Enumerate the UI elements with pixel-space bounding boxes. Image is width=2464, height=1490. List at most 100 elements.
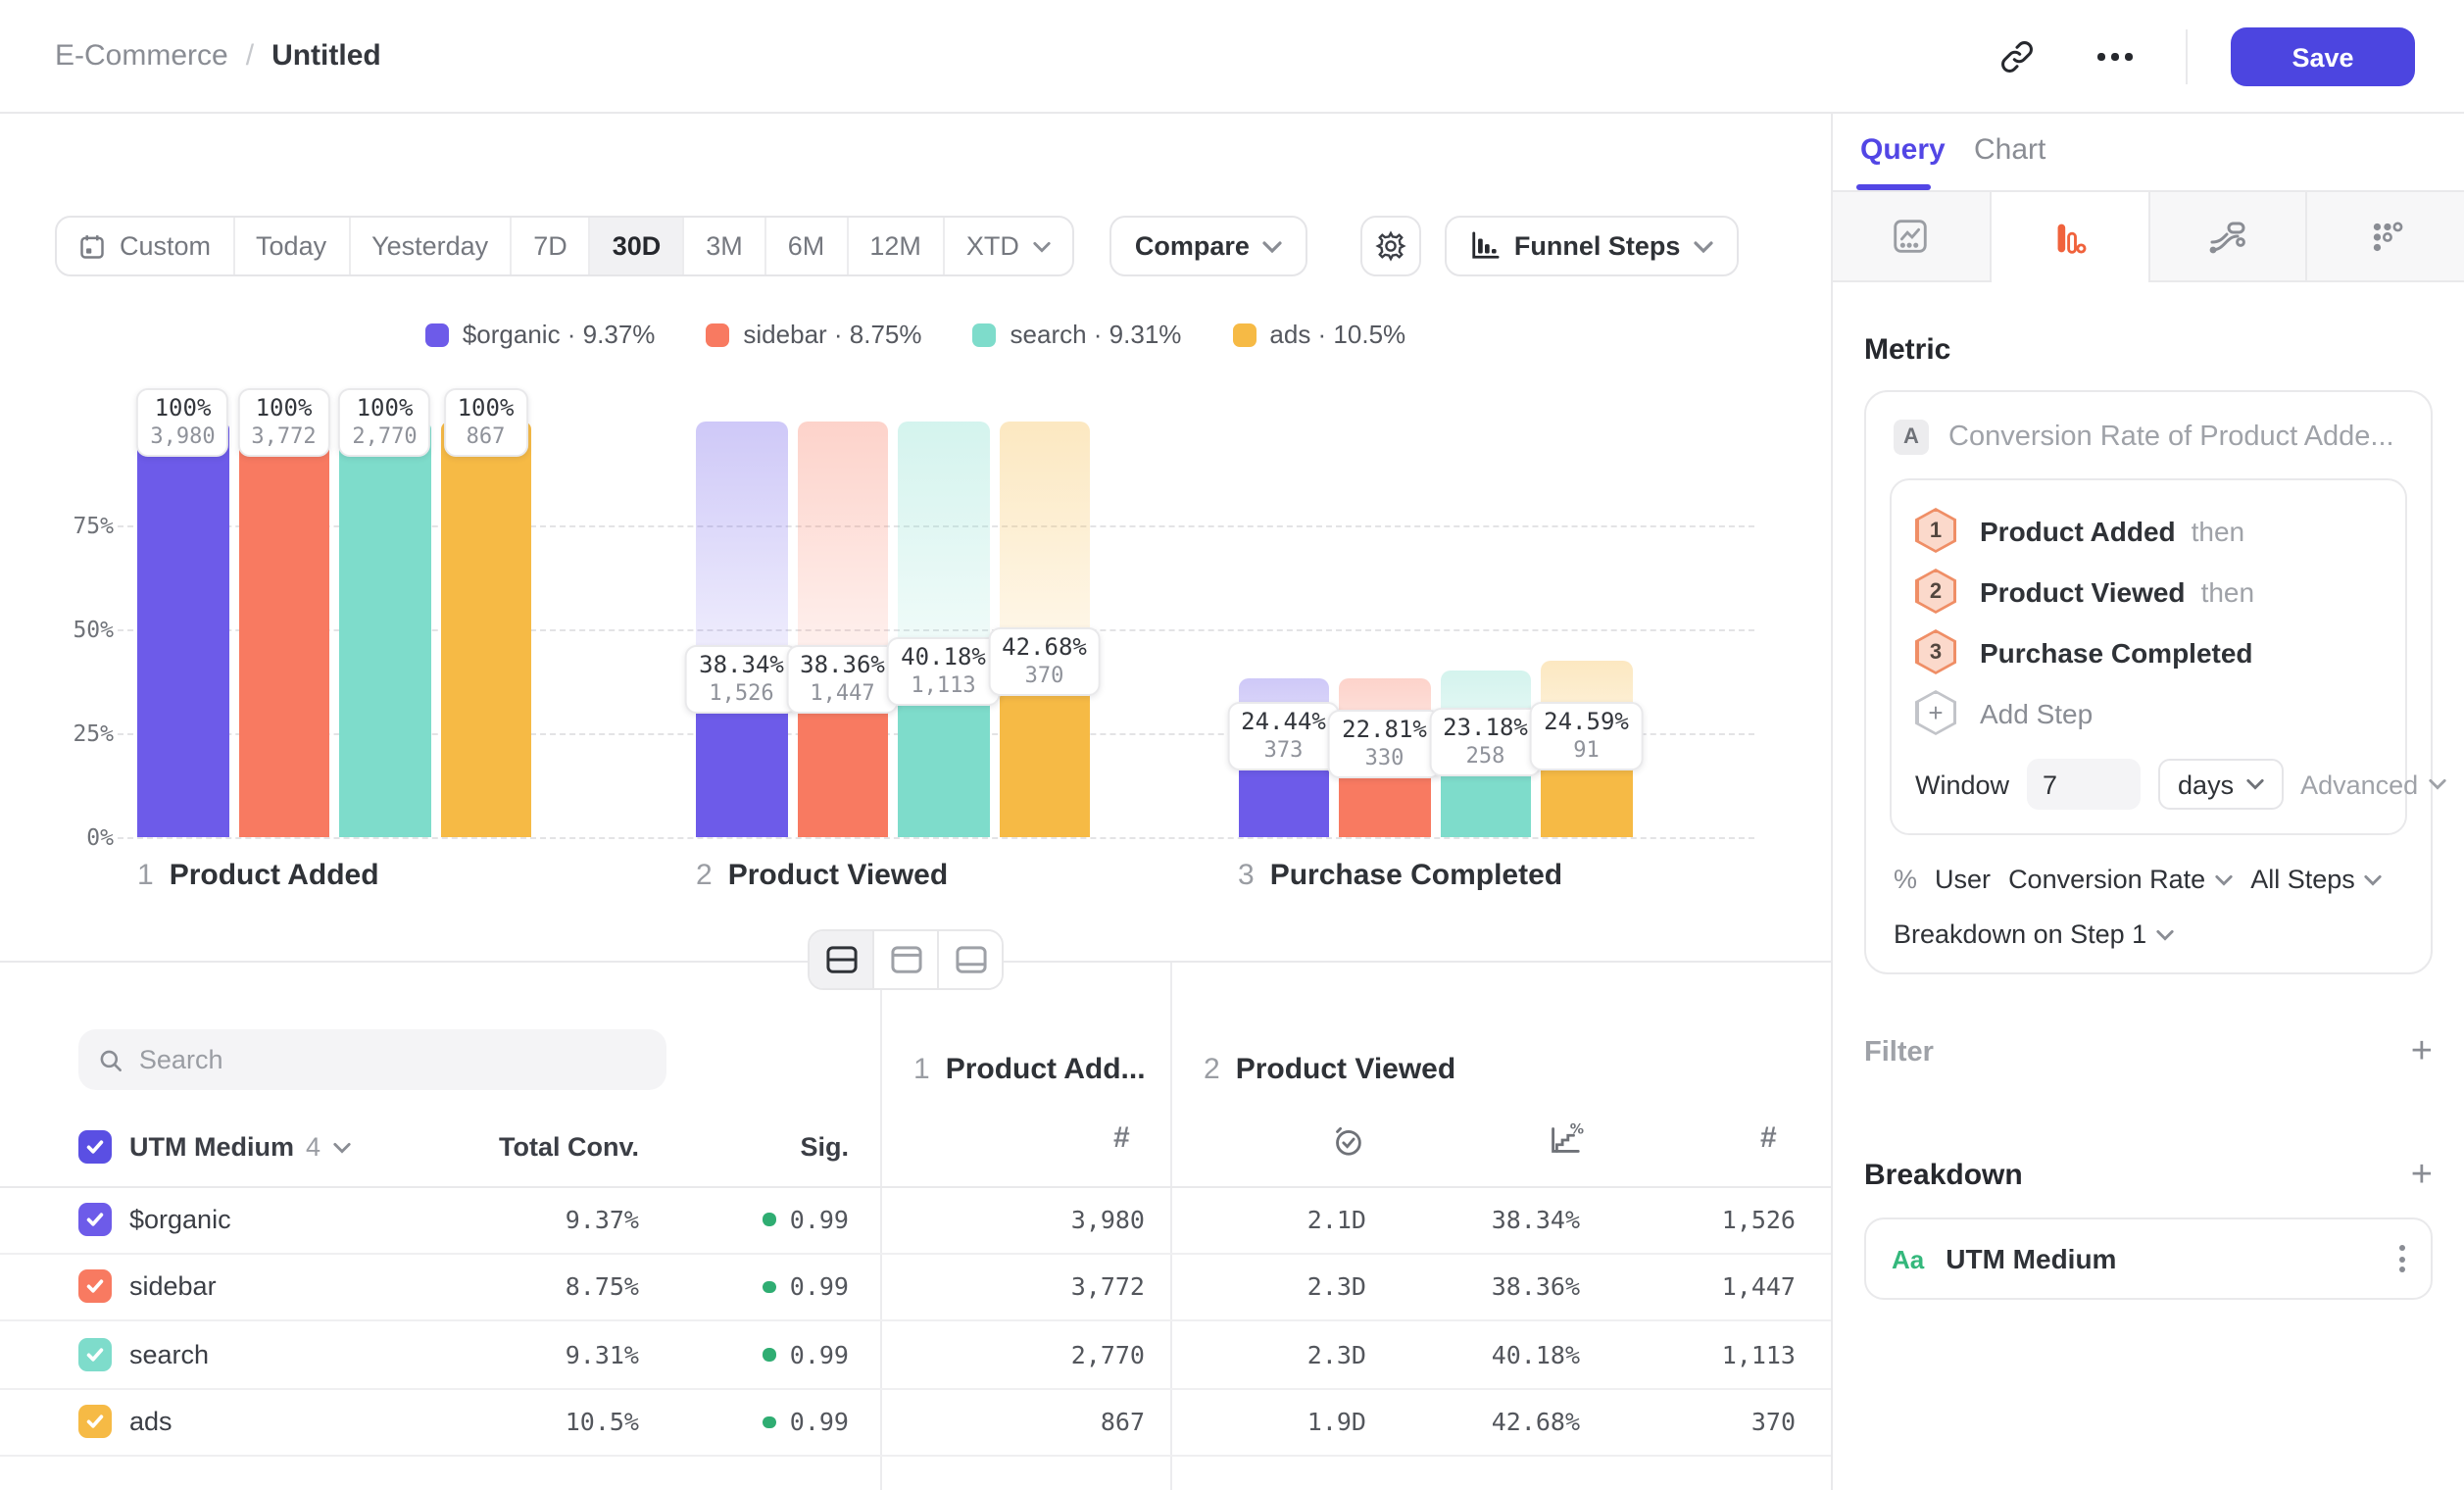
bar-ads-step2[interactable]: 42.68%370 bbox=[999, 422, 1090, 837]
bar-sidebar-step2[interactable]: 38.36%1,447 bbox=[797, 422, 888, 837]
row-checkbox[interactable] bbox=[78, 1270, 112, 1304]
y-axis-tick: 50% bbox=[0, 616, 114, 643]
layout-chart-only-toggle[interactable] bbox=[874, 931, 939, 988]
range-yesterday[interactable]: Yesterday bbox=[350, 218, 512, 274]
breadcrumb-separator: / bbox=[246, 39, 254, 73]
window-unit-select[interactable]: days bbox=[2158, 759, 2283, 810]
range-7d[interactable]: 7D bbox=[512, 218, 591, 274]
bar-organic-step1[interactable]: 100%3,980 bbox=[137, 422, 228, 837]
bar-ads-step1[interactable]: 100%867 bbox=[440, 422, 531, 837]
metric-title-row[interactable]: A Conversion Rate of Product Adde... bbox=[1894, 420, 2403, 455]
range-today[interactable]: Today bbox=[234, 218, 350, 274]
breakdown-on-select[interactable]: Breakdown on Step 1 bbox=[1894, 919, 2174, 949]
funnel-step-2[interactable]: 2 Product Viewed then bbox=[1915, 561, 2382, 621]
bar-sidebar-step1[interactable]: 100%3,772 bbox=[238, 422, 329, 837]
cell-step2_count: 1,526 bbox=[1722, 1205, 1796, 1234]
funnel-step-1[interactable]: 1 Product Added then bbox=[1915, 500, 2382, 561]
bar-value-label: 100%867 bbox=[444, 388, 528, 457]
bar-search-step2[interactable]: 40.18%1,113 bbox=[898, 422, 989, 837]
tab-flows[interactable] bbox=[2149, 192, 2308, 282]
table-row-sidebar[interactable]: sidebar8.75%0.993,7722.3D38.36%1,447 bbox=[0, 1254, 1831, 1321]
tab-query[interactable]: Query bbox=[1860, 133, 1946, 167]
cell-sig: 0.99 bbox=[764, 1272, 849, 1302]
chevron-down-icon bbox=[1033, 240, 1051, 252]
legend-swatch bbox=[973, 323, 997, 346]
legend-item-sidebar[interactable]: sidebar · 8.75% bbox=[706, 320, 921, 349]
tab-funnels[interactable] bbox=[1992, 192, 2150, 282]
more-options-icon[interactable] bbox=[2088, 29, 2143, 84]
step-1-badge: 1 bbox=[1915, 508, 1956, 553]
add-breakdown-button[interactable]: + bbox=[2411, 1157, 2433, 1194]
steps-scope-select[interactable]: All Steps bbox=[2250, 865, 2383, 894]
row-checkbox[interactable] bbox=[78, 1338, 112, 1371]
range-custom[interactable]: Custom bbox=[57, 218, 234, 274]
chart-settings-button[interactable] bbox=[1361, 216, 1422, 276]
range-3m[interactable]: 3M bbox=[684, 218, 766, 274]
y-axis-tick: 0% bbox=[0, 823, 114, 851]
breakdown-item[interactable]: Aa UTM Medium bbox=[1864, 1217, 2433, 1300]
save-button[interactable]: Save bbox=[2231, 27, 2415, 86]
funnel-chart: 75%50%25%0%100%3,980100%3,772100%2,77010… bbox=[0, 422, 1831, 837]
bar-organic-step2[interactable]: 38.34%1,526 bbox=[696, 422, 787, 837]
legend-swatch bbox=[1232, 323, 1256, 346]
range-6m[interactable]: 6M bbox=[766, 218, 849, 274]
add-step-button[interactable]: + Add Step bbox=[1915, 682, 2382, 743]
metric-title: Conversion Rate of Product Adde... bbox=[1948, 422, 2394, 453]
compare-button[interactable]: Compare bbox=[1109, 216, 1308, 276]
bar-search-step1[interactable]: 100%2,770 bbox=[339, 422, 430, 837]
percent-icon: % bbox=[1894, 865, 1917, 894]
tab-retention[interactable] bbox=[2308, 192, 2464, 282]
cell-total_conv: 9.31% bbox=[566, 1340, 639, 1369]
layout-table-only-toggle[interactable] bbox=[939, 931, 1002, 988]
bar-value-label: 100%3,980 bbox=[136, 388, 228, 457]
table-step2-header[interactable]: 2 Product Viewed bbox=[1204, 1053, 1455, 1086]
measure-select[interactable]: Conversion Rate bbox=[2008, 865, 2233, 894]
step-2-badge: 2 bbox=[1915, 569, 1956, 614]
legend-label: search · 9.31% bbox=[1010, 320, 1182, 349]
range-30d[interactable]: 30D bbox=[591, 218, 685, 274]
legend-item-organic[interactable]: $organic · 9.37% bbox=[425, 320, 656, 349]
report-title[interactable]: Untitled bbox=[271, 39, 381, 73]
table-row-ads[interactable]: ads10.5%0.998671.9D42.68%370 bbox=[0, 1389, 1831, 1457]
table-step1-header[interactable]: 1 Product Add... bbox=[913, 1053, 1146, 1086]
total-conv-header[interactable]: Total Conv. bbox=[499, 1132, 639, 1162]
tab-chart[interactable]: Chart bbox=[1974, 133, 2045, 167]
breakdown-heading: Breakdown bbox=[1864, 1159, 2023, 1192]
advanced-toggle[interactable]: Advanced bbox=[2300, 770, 2445, 799]
measurement-row: % User Conversion Rate All Steps bbox=[1894, 865, 2403, 894]
table-row-organic[interactable]: $organic9.37%0.993,9802.1D38.34%1,526 bbox=[0, 1186, 1831, 1254]
bar-organic-step3[interactable]: 24.44%373 bbox=[1238, 422, 1329, 837]
search-input[interactable] bbox=[139, 1045, 647, 1074]
legend-label: sidebar · 8.75% bbox=[743, 320, 921, 349]
row-label: ads bbox=[129, 1408, 172, 1437]
breakdown-column-header[interactable]: UTM Medium 4 bbox=[129, 1132, 350, 1162]
kebab-menu-icon[interactable] bbox=[2399, 1245, 2405, 1272]
date-range-control: CustomTodayYesterday7D30D3M6M12MXTD bbox=[55, 216, 1074, 276]
select-all-checkbox[interactable] bbox=[78, 1130, 112, 1164]
bar-segment bbox=[238, 422, 329, 837]
range-xtd[interactable]: XTD bbox=[945, 218, 1072, 274]
counting-unit[interactable]: User bbox=[1935, 865, 1991, 894]
tab-insights[interactable] bbox=[1833, 192, 1992, 282]
funnel-step-3[interactable]: 3 Purchase Completed bbox=[1915, 621, 2382, 682]
layout-split-toggle[interactable] bbox=[810, 931, 874, 988]
chart-type-button[interactable]: Funnel Steps bbox=[1446, 216, 1740, 276]
step-axis-label-2: 2Product Viewed bbox=[696, 859, 948, 892]
bar-sidebar-step3[interactable]: 22.81%330 bbox=[1339, 422, 1430, 837]
bar-ads-step3[interactable]: 24.59%91 bbox=[1541, 422, 1632, 837]
add-filter-button[interactable]: + bbox=[2411, 1033, 2433, 1070]
window-value-input[interactable] bbox=[2027, 759, 2141, 810]
chevron-down-icon bbox=[2245, 778, 2263, 790]
breadcrumb-parent[interactable]: E-Commerce bbox=[55, 39, 228, 73]
sig-header[interactable]: Sig. bbox=[800, 1132, 849, 1162]
bar-search-step3[interactable]: 23.18%258 bbox=[1440, 422, 1531, 837]
bar-value-label: 100%3,772 bbox=[237, 388, 329, 457]
legend-item-ads[interactable]: ads · 10.5% bbox=[1232, 320, 1405, 349]
range-12m[interactable]: 12M bbox=[848, 218, 945, 274]
table-row-search[interactable]: search9.31%0.992,7702.3D40.18%1,113 bbox=[0, 1321, 1831, 1389]
funnel-step-group-1: 100%3,980100%3,772100%2,770100%867 bbox=[137, 422, 531, 837]
legend-item-search[interactable]: search · 9.31% bbox=[973, 320, 1182, 349]
row-checkbox[interactable] bbox=[78, 1406, 112, 1439]
share-link-icon[interactable] bbox=[1990, 29, 2045, 84]
row-checkbox[interactable] bbox=[78, 1203, 112, 1236]
